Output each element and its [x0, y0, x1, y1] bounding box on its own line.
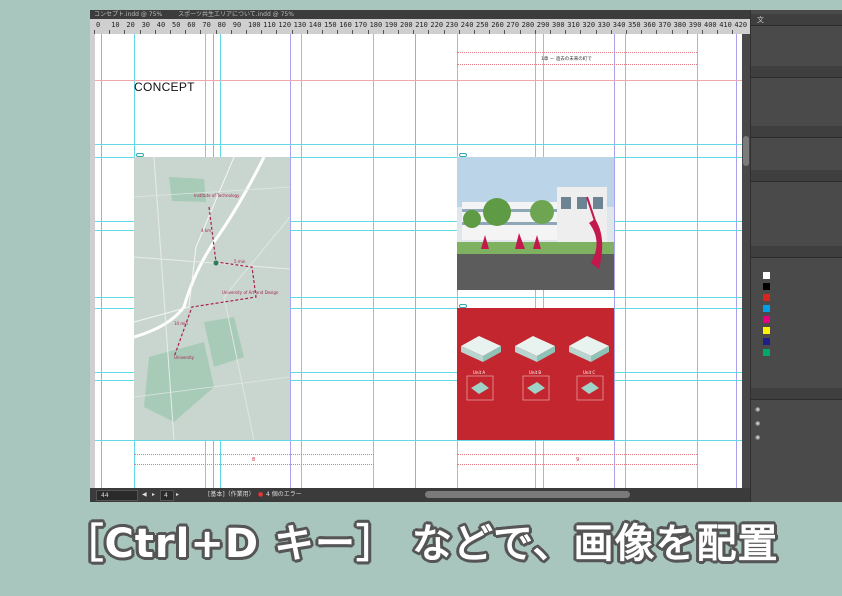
ruler-tick-label: 350 [628, 21, 641, 29]
ruler-tick-label: 80 [217, 21, 227, 29]
document-spread[interactable]: CONCEPT 1章 ー 過去の未来の町で 8 9 Institute of T… [95, 34, 742, 488]
ruler-tick-label: 220 [430, 21, 444, 29]
ruler-tick-label: 70 [202, 21, 211, 29]
document-tab[interactable]: スポーツ共生エリアについて.indd @ 75% [178, 11, 294, 18]
color-swatch[interactable] [763, 327, 770, 334]
ruler-tick-label: 110 [263, 21, 276, 29]
ruler-tick-label: 40 [156, 21, 166, 29]
layers-panel-tab[interactable] [751, 388, 842, 400]
next-page-icon[interactable]: ▸ [176, 491, 179, 499]
map-label: University of Art and Design [222, 290, 279, 295]
ruler-tick-label: 380 [673, 21, 687, 29]
color-swatch[interactable] [763, 294, 770, 301]
visibility-eye-icon[interactable]: ◉ [755, 434, 760, 441]
ruler-tick-label: 420 [734, 21, 748, 29]
visibility-eye-icon[interactable]: ◉ [755, 420, 760, 427]
ruler-tick-label: 210 [415, 21, 428, 29]
ruler-tick-label: 100 [248, 21, 261, 29]
ruler-tick-label: 10 [111, 21, 120, 29]
ruler-tick-label: 160 [339, 21, 352, 29]
ruler-tick-label: 300 [552, 21, 565, 29]
photo-image-frame[interactable] [457, 157, 614, 290]
map-label: 4 km [201, 228, 211, 233]
ruler-tick-label: 390 [688, 21, 702, 29]
document-tab-active[interactable]: コンセプト.indd @ 75% [94, 11, 162, 18]
ruler-tick-label: 250 [476, 21, 489, 29]
map-label: University [174, 355, 195, 360]
concept-title[interactable]: CONCEPT [134, 80, 195, 94]
first-page-icon[interactable]: ◀ [142, 491, 147, 499]
ruler-tick-label: 170 [354, 21, 368, 29]
panel-tab-collapsed[interactable] [751, 126, 842, 138]
color-swatch[interactable] [763, 338, 770, 345]
swatches-panel-tab[interactable] [751, 246, 842, 258]
running-header[interactable]: 1章 ー 過去の未来の町で [541, 56, 592, 62]
ruler-tick-label: 50 [172, 21, 181, 29]
indesign-window: コンセプト.indd @ 75% スポーツ共生エリアについて.indd @ 75… [90, 10, 842, 502]
ruler-tick-label: 190 [384, 21, 398, 29]
ruler-tick-label: 30 [141, 21, 151, 29]
error-count[interactable]: 4 個のエラー [266, 491, 302, 499]
ruler-tick-label: 260 [491, 21, 504, 29]
ruler-tick-label: 360 [643, 21, 656, 29]
unit-diagram: Unit A Unit B Unit C [457, 308, 614, 440]
ruler-tick-label: 310 [567, 21, 580, 29]
map-label: Institute of Technology [194, 193, 240, 198]
color-swatch[interactable] [763, 305, 770, 312]
color-swatch[interactable] [763, 272, 770, 279]
caption: ［Ctrl+D キー］ などで、画像を配置 [63, 521, 779, 567]
ruler-tick-label: 270 [506, 21, 520, 29]
color-swatch[interactable] [763, 349, 770, 356]
ruler-tick-label: 320 [582, 21, 596, 29]
status-bar: 44 ◀ ▸ 4 ▸ [基本]（作業用） ● 4 個のエラー [90, 488, 750, 502]
horizontal-ruler[interactable]: 0 10 20 30 40 50 60 70 80 90 100 110 120 130 140 150 160… [90, 19, 750, 35]
ruler-tick-label: 120 [278, 21, 292, 29]
ruler-tick-label: 290 [536, 21, 550, 29]
ruler-tick-label: 90 [232, 21, 242, 29]
ruler-tick-label: 130 [293, 21, 307, 29]
vertical-scrollbar-thumb[interactable] [743, 136, 749, 166]
color-swatch[interactable] [763, 283, 770, 290]
ruler-tick-label: 200 [400, 21, 413, 29]
ruler-tick-label: 60 [187, 21, 196, 29]
ruler-tick-label: 330 [597, 21, 611, 29]
vertical-scrollbar[interactable] [742, 34, 750, 488]
document-tab-bar: コンセプト.indd @ 75% スポーツ共生エリアについて.indd @ 75… [90, 10, 754, 19]
diagram-image-frame[interactable]: Unit A Unit B Unit C [457, 308, 614, 440]
error-indicator-icon: ● [258, 491, 264, 498]
ruler-tick-label: 400 [704, 21, 717, 29]
ruler-tick-label: 280 [521, 21, 535, 29]
page-number-left: 8 [252, 457, 256, 463]
panel-tab-collapsed[interactable] [751, 170, 842, 182]
map-image: Institute of Technology 4 km 5 min Unive… [134, 157, 290, 440]
right-panel: 文 ◉ ◉ ◉ [750, 10, 842, 502]
ruler-tick-label: 150 [324, 21, 337, 29]
ruler-tick-label: 410 [719, 21, 732, 29]
page-field[interactable]: 4 [160, 490, 174, 501]
prev-page-icon[interactable]: ▸ [152, 491, 155, 499]
diagram-label: Unit C [583, 370, 595, 375]
diagram-label: Unit A [473, 370, 485, 375]
ruler-tick-label: 240 [460, 21, 474, 29]
color-swatch[interactable] [763, 316, 770, 323]
preflight-style[interactable]: [基本]（作業用） [208, 491, 255, 499]
ruler-tick-label: 230 [445, 21, 459, 29]
ruler-tick-label: 370 [658, 21, 672, 29]
map-label: 10 min [174, 321, 188, 326]
map-label: 5 min [234, 259, 246, 264]
building-photo [457, 157, 614, 290]
panel-tab-collapsed[interactable] [751, 66, 842, 78]
visibility-eye-icon[interactable]: ◉ [755, 406, 760, 413]
ruler-tick-label: 180 [369, 21, 383, 29]
ruler-tick-label: 20 [126, 21, 135, 29]
page-number-right: 9 [576, 457, 580, 463]
map-image-frame[interactable]: Institute of Technology 4 km 5 min Unive… [134, 157, 290, 440]
zoom-field[interactable]: 44 [96, 490, 138, 501]
horizontal-scrollbar-thumb[interactable] [425, 491, 630, 498]
diagram-label: Unit B [529, 370, 541, 375]
panel-tab[interactable]: 文 [751, 14, 842, 26]
ruler-tick-label: 340 [612, 21, 626, 29]
ruler-tick-label: 140 [308, 21, 322, 29]
ruler-tick-label: 0 [96, 21, 101, 29]
